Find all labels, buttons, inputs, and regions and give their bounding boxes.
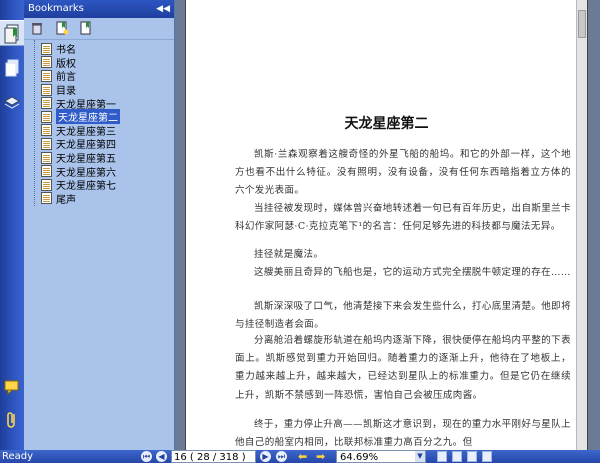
previous-page-icon[interactable]: ◀ (156, 451, 167, 462)
comments-tab-icon[interactable] (3, 378, 21, 398)
bookmark-page-icon (41, 124, 52, 137)
bookmark-item[interactable]: 目录 (24, 83, 174, 97)
bookmark-item-selected[interactable]: 天龙星座第二 (24, 109, 174, 125)
bookmark-page-icon (41, 69, 52, 82)
bookmarks-panel: Bookmarks ◀◀ 书名 版权 前言 目录 天龙星座第一 天龙星座第二 天… (24, 0, 175, 450)
layers-tab-icon[interactable] (3, 92, 21, 112)
bookmarks-toolbar (24, 18, 174, 40)
next-page-icon[interactable]: ▶ (260, 451, 271, 462)
first-page-icon[interactable]: ⏮ (141, 451, 152, 462)
bookmark-properties-icon[interactable] (79, 21, 93, 35)
bookmark-item[interactable]: 尾声 (24, 192, 174, 206)
forward-arrow-icon[interactable]: ➡ (316, 450, 325, 463)
bookmark-page-icon (41, 151, 52, 164)
paragraph: 这艘美丽且奇异的飞船也是，它的运动方式完全摆脱牛顿定理的存在…… (254, 267, 571, 278)
document-page: 天龙星座第二 凯斯·兰森观察着这艘奇怪的外星飞船的船坞。和它的外部一样，这个地方… (185, 0, 588, 450)
paragraph: 终于，重力停止升高——凯斯这才意识到，现在的重力水平刚好与星队上他自己的船室内相… (235, 419, 571, 449)
vertical-scrollbar[interactable] (576, 0, 587, 450)
chapter-title: 天龙星座第二 (344, 116, 429, 132)
bookmark-page-icon (41, 165, 52, 178)
paragraph: 当挂径被发现时，媒体曾兴奋地转述着一句已有百年历史，出自斯里兰卡科幻作家阿瑟·C… (235, 203, 571, 233)
bookmark-item[interactable]: 书名 (24, 42, 174, 56)
paragraph: 分离舱沿着螺旋形轨道在船坞内逐渐下降，很快便停在船坞内平整的下表面上。凯斯感觉到… (235, 335, 571, 401)
bookmark-page-icon (41, 97, 52, 110)
bookmark-page-icon (41, 42, 52, 55)
bookmark-item[interactable]: 天龙星座第五 (24, 151, 174, 165)
paragraph: 挂径就是魔法。 (254, 249, 324, 260)
attachments-tab-icon[interactable] (3, 410, 21, 430)
bookmark-item[interactable]: 天龙星座第三 (24, 124, 174, 138)
bookmark-item[interactable]: 天龙星座第六 (24, 164, 174, 179)
bookmark-item[interactable]: 天龙星座第一 (24, 96, 174, 111)
continuous-view-icon[interactable] (452, 451, 462, 462)
bookmark-item[interactable]: 天龙星座第四 (24, 137, 174, 151)
collapse-panel-icon[interactable]: ◀◀ (156, 0, 170, 18)
zoom-field[interactable]: 64.69% ▼ (336, 450, 426, 463)
document-viewer: 天龙星座第二 凯斯·兰森观察着这艘奇怪的外星飞船的船坞。和它的外部一样，这个地方… (175, 0, 600, 450)
bookmark-item[interactable]: 版权 (24, 56, 174, 70)
back-arrow-icon[interactable]: ⬅ (298, 450, 307, 463)
bookmark-page-icon (41, 83, 52, 96)
bookmarks-panel-title: Bookmarks (28, 3, 84, 14)
single-page-view-icon[interactable] (437, 451, 447, 462)
bookmark-page-icon (41, 56, 52, 69)
bookmark-page-icon (41, 137, 52, 150)
zoom-dropdown-icon[interactable]: ▼ (415, 451, 425, 462)
bookmark-item[interactable]: 前言 (24, 69, 174, 83)
page-number-field[interactable]: 16 ( 28 / 318 ) (171, 450, 256, 463)
new-bookmark-icon[interactable] (55, 21, 69, 35)
scrollbar-thumb[interactable] (578, 10, 586, 38)
bookmark-tree: 书名 版权 前言 目录 天龙星座第一 天龙星座第二 天龙星座第三 天龙星座第四 … (24, 40, 174, 206)
status-bar: Ready ⏮ ◀ 16 ( 28 / 318 ) ▶ ⏭ ⬅ ➡ 64.69%… (0, 450, 600, 463)
pages-tab-icon[interactable] (3, 58, 21, 78)
facing-view-icon[interactable] (467, 451, 477, 462)
paragraph: 凯斯·兰森观察着这艘奇怪的外星飞船的船坞。和它的外部一样，这个地方也看不出什么特… (235, 149, 571, 197)
bookmark-page-icon (41, 192, 52, 205)
bookmarks-tab-icon[interactable] (0, 20, 24, 46)
bookmark-page-icon (41, 110, 52, 123)
continuous-facing-view-icon[interactable] (482, 451, 492, 462)
paragraph: 凯斯深深吸了口气，他清楚接下来会发生些什么，打心底里清楚。他即将与挂径制造者会面… (235, 301, 571, 331)
last-page-icon[interactable]: ⏭ (276, 451, 287, 462)
bookmark-item[interactable]: 天龙星座第七 (24, 178, 174, 192)
navigation-rail (0, 0, 24, 450)
status-text: Ready (2, 451, 34, 462)
bookmark-page-icon (41, 178, 52, 191)
bookmarks-panel-header: Bookmarks ◀◀ (24, 0, 174, 18)
delete-icon[interactable] (30, 21, 44, 35)
zoom-value: 64.69% (340, 452, 379, 463)
